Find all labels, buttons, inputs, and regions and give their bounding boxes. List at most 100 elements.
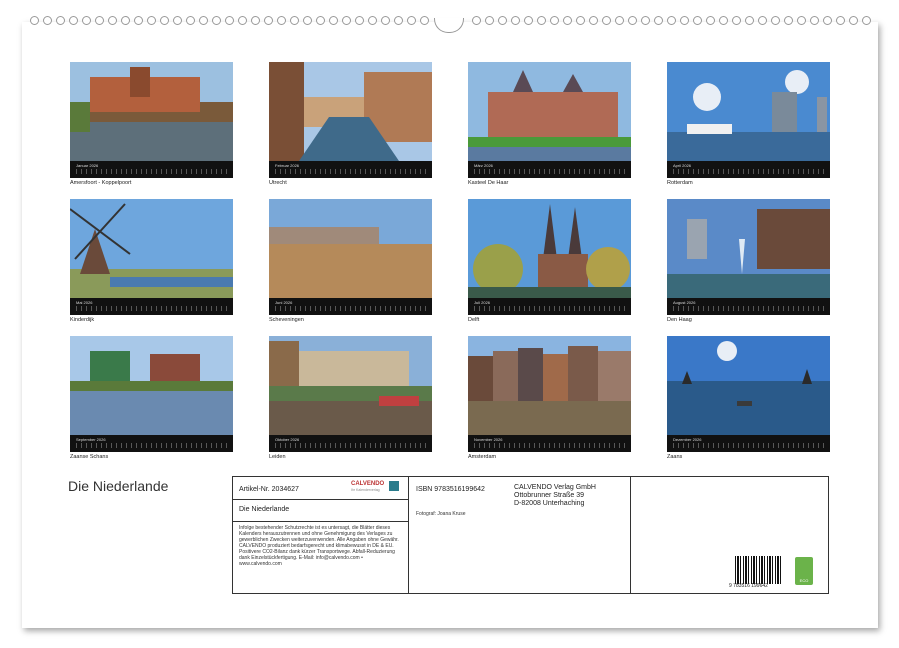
month-tile-january[interactable]: Januar 2026 Amersfoort - Koppelpoort [70,62,233,186]
binding-ring [849,16,858,25]
binding-ring [862,16,871,25]
binding-ring [212,16,221,25]
binding-ring [537,16,546,25]
binding-ring [550,16,559,25]
binding-ring [524,16,533,25]
photo-kinderdijk [70,199,233,298]
binding-ring [693,16,702,25]
tile-caption: Utrecht [269,180,432,186]
photo-rotterdam [667,62,830,161]
month-tile-february[interactable]: Februar 2026 Utrecht [269,62,432,186]
month-tile-december[interactable]: Dezember 2026 Zaans [667,336,830,460]
month-tile-july[interactable]: Juli 2026 Delft [468,199,631,323]
photographer: Fotograf: Joana Kruse [416,511,465,517]
binding-ring [498,16,507,25]
photo-amersfoort [70,62,233,161]
tile-caption: Kinderdijk [70,317,233,323]
photo-zaanse-schans [70,336,233,435]
binding-ring [147,16,156,25]
calvendo-logo-icon [389,481,399,491]
binding-ring [186,16,195,25]
tile-caption: Den Haag [667,317,830,323]
month-tile-may[interactable]: Mai 2026 Kinderdijk [70,199,233,323]
month-tile-june[interactable]: Juni 2026 Scheveningen [269,199,432,323]
binding-ring [758,16,767,25]
month-tile-october[interactable]: Oktober 2026 Leiden [269,336,432,460]
publisher-address: CALVENDO Verlag GmbH Ottobrunner Straße … [514,484,596,508]
binding-ring [290,16,299,25]
month-tile-august[interactable]: August 2026 Den Haag [667,199,830,323]
photo-amsterdam [468,336,631,435]
binding-ring [784,16,793,25]
binding-ring [368,16,377,25]
binding-ring [667,16,676,25]
binding-ring [719,16,728,25]
month-tile-april[interactable]: April 2026 Rotterdam [667,62,830,186]
binding-ring [654,16,663,25]
photo-zaans [667,336,830,435]
binding-ring [56,16,65,25]
binding-ring [329,16,338,25]
tile-caption: Amersfoort - Koppelpoort [70,180,233,186]
photo-den-haag [667,199,830,298]
binding-ring [30,16,39,25]
binding-ring [342,16,351,25]
photo-scheveningen [269,199,432,298]
binding-ring [472,16,481,25]
eco-leaf-icon: ECO [795,557,813,585]
tile-caption: Scheveningen [269,317,432,323]
binding-ring [95,16,104,25]
info-column-publisher: ISBN 9783516199642 CALVENDO Verlag GmbH … [410,477,631,593]
barcode-number: 9 783516 199642 [729,583,768,589]
isbn: ISBN 9783516199642 [416,486,485,493]
binding-ring [173,16,182,25]
brand-subtitle: Ihr Kalenderverlag [351,488,380,492]
binding-ring [680,16,689,25]
binding-ring [641,16,650,25]
binding-ring [134,16,143,25]
binding-ring [615,16,624,25]
binding-ring [225,16,234,25]
article-number: Artikel-Nr. 2034627 [239,486,299,493]
photo-utrecht [269,62,432,161]
photo-delft [468,199,631,298]
binding-ring [82,16,91,25]
tile-caption: Leiden [269,454,432,460]
tile-caption: Rotterdam [667,180,830,186]
barcode [735,556,783,584]
box-title: Die Niederlande [239,506,289,513]
binding-ring [602,16,611,25]
legal-text: Infolge bestehender Schutzrechte ist es … [239,525,404,567]
tile-caption: Zaans [667,454,830,460]
binding-ring [628,16,637,25]
info-column-article: Artikel-Nr. 2034627 CALVENDO Ihr Kalende… [233,477,409,593]
binding-ring [43,16,52,25]
calendar-title: Die Niederlande [68,478,168,494]
binding-ring [485,16,494,25]
binding-ring [69,16,78,25]
month-tile-november[interactable]: November 2026 Amsterdam [468,336,631,460]
month-tile-march[interactable]: März 2026 Kasteel De Haar [468,62,631,186]
binding-ring [706,16,715,25]
binding-ring [316,16,325,25]
hanger-hook [434,18,464,33]
photo-leiden [269,336,432,435]
binding-ring [576,16,585,25]
brand-name: CALVENDO [351,481,384,487]
binding-ring [121,16,130,25]
binding-ring [251,16,260,25]
binding-ring [381,16,390,25]
binding-ring [563,16,572,25]
binding-ring [511,16,520,25]
binding-ring [771,16,780,25]
binding-ring [420,16,429,25]
binding-ring [160,16,169,25]
month-tile-september[interactable]: September 2026 Zaanse Schans [70,336,233,460]
binding-ring [797,16,806,25]
binding-ring [836,16,845,25]
binding-ring [277,16,286,25]
binding-ring [823,16,832,25]
binding-ring [407,16,416,25]
tile-caption: Amsterdam [468,454,631,460]
binding-ring [745,16,754,25]
